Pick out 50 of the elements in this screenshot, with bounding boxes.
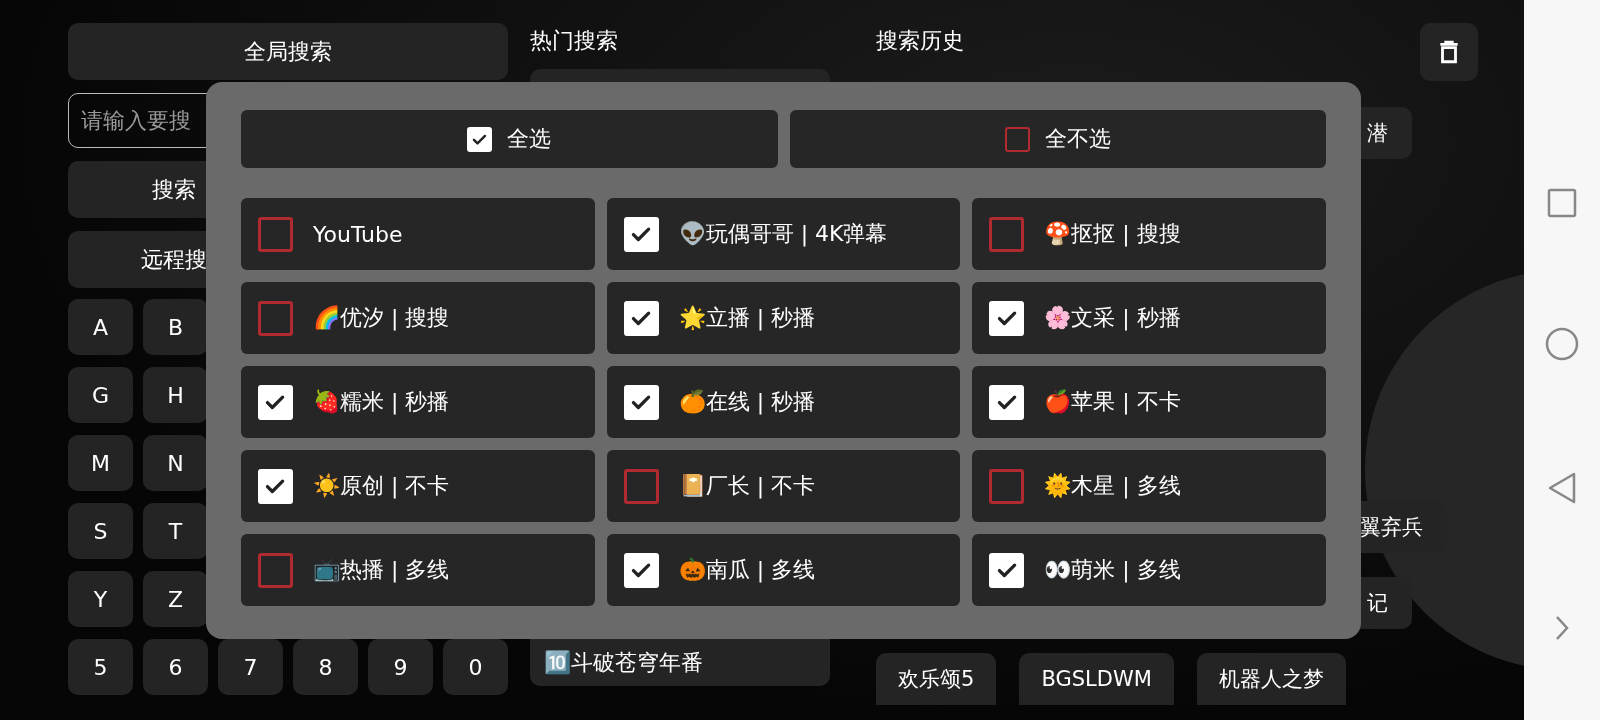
source-option[interactable]: 🍄抠抠 | 搜搜 bbox=[972, 198, 1326, 270]
checkbox[interactable] bbox=[989, 216, 1025, 252]
keyboard-key[interactable]: B bbox=[143, 299, 208, 355]
keyboard-key[interactable]: 0 bbox=[443, 639, 508, 695]
source-option[interactable]: 🎃南瓜 | 多线 bbox=[606, 534, 961, 606]
source-option[interactable]: 🌈优汐 | 搜搜 bbox=[241, 282, 595, 354]
keyboard-key[interactable]: Z bbox=[143, 571, 208, 627]
keyboard-key[interactable]: 5 bbox=[68, 639, 133, 695]
checkbox[interactable] bbox=[989, 468, 1025, 504]
source-option[interactable]: 🍎苹果 | 不卡 bbox=[972, 366, 1326, 438]
keyboard-key[interactable]: 7 bbox=[218, 639, 283, 695]
source-option[interactable]: 🌟立播 | 秒播 bbox=[606, 282, 961, 354]
global-search-button[interactable]: 全局搜索 bbox=[68, 23, 508, 80]
source-option[interactable]: 🌞木星 | 多线 bbox=[972, 450, 1326, 522]
recents-icon[interactable] bbox=[1547, 188, 1577, 218]
source-option[interactable]: ☀原创 | 不卡 bbox=[241, 450, 595, 522]
home-icon[interactable] bbox=[1545, 327, 1579, 362]
history-tag[interactable]: 欢乐颂5 bbox=[876, 653, 997, 705]
keyboard-key[interactable]: 8 bbox=[293, 639, 358, 695]
keyboard-key[interactable]: Y bbox=[68, 571, 133, 627]
section-title: 搜索历史 bbox=[876, 27, 964, 55]
select-all-button[interactable]: 全选 bbox=[241, 110, 778, 168]
keyboard-key[interactable]: N bbox=[143, 435, 208, 491]
checkbox[interactable] bbox=[258, 552, 293, 588]
keyboard-key[interactable]: T bbox=[143, 503, 208, 559]
keyboard-key[interactable]: S bbox=[68, 503, 133, 559]
source-option[interactable]: 👽玩偶哥哥 | 4K弹幕 bbox=[606, 198, 961, 270]
select-none-button[interactable]: 全不选 bbox=[789, 110, 1326, 168]
checkbox[interactable] bbox=[258, 300, 293, 336]
source-option[interactable]: YouTube bbox=[241, 198, 595, 270]
history-tag[interactable]: 机器人之梦 bbox=[1196, 653, 1346, 705]
history-tag[interactable]: BGSLDWM bbox=[1019, 653, 1174, 705]
keyboard-key[interactable]: G bbox=[68, 367, 133, 423]
source-option[interactable]: 📺热播 | 多线 bbox=[241, 534, 595, 606]
keyboard-key[interactable]: 6 bbox=[143, 639, 208, 695]
keyboard-key[interactable]: 9 bbox=[368, 639, 433, 695]
delete-button[interactable] bbox=[1420, 23, 1478, 81]
chevron-right-icon[interactable] bbox=[1554, 614, 1570, 642]
source-option[interactable]: 🍓糯米 | 秒播 bbox=[241, 366, 595, 438]
source-option[interactable]: 📔厂长 | 不卡 bbox=[606, 450, 961, 522]
keyboard-key[interactable]: H bbox=[143, 367, 208, 423]
checkbox[interactable] bbox=[1004, 126, 1030, 152]
back-icon[interactable] bbox=[1547, 470, 1577, 505]
keyboard-key[interactable]: M bbox=[68, 435, 133, 491]
source-option[interactable]: 🍊在线 | 秒播 bbox=[606, 366, 961, 438]
checkbox[interactable] bbox=[258, 216, 293, 252]
source-option[interactable]: 🌸文采 | 秒播 bbox=[972, 282, 1326, 354]
checkbox[interactable] bbox=[623, 468, 659, 504]
section-title: 热门搜索 bbox=[530, 27, 619, 55]
keyboard-key[interactable]: A bbox=[68, 299, 133, 355]
